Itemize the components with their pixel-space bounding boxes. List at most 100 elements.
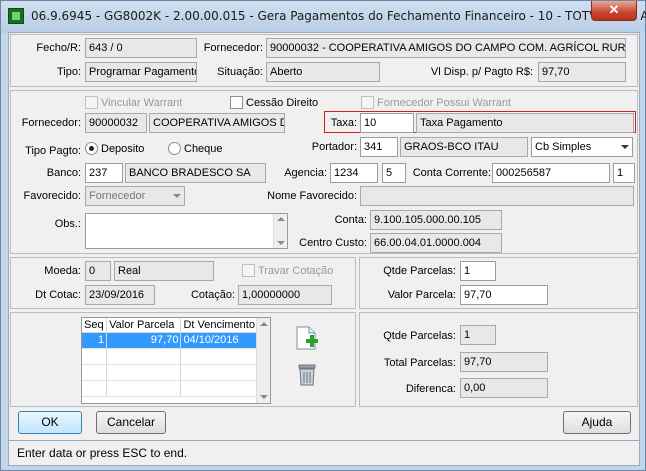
table-row[interactable] bbox=[82, 348, 258, 365]
document-add-icon bbox=[296, 326, 318, 350]
fecho-label: Fecho/R: bbox=[36, 42, 81, 54]
nome-favorecido-label: Nome Favorecido: bbox=[267, 190, 357, 202]
tipo-field[interactable]: Programar Pagamento bbox=[85, 62, 197, 82]
fornecedor-warrant-label: Fornecedor Possui Warrant bbox=[377, 97, 512, 109]
centro-custo-label: Centro Custo: bbox=[299, 237, 367, 249]
cell-seq: 1 bbox=[82, 332, 108, 349]
centro-custo-field[interactable]: 66.00.04.01.0000.004 bbox=[370, 233, 502, 253]
situacao-field[interactable]: Aberto bbox=[266, 62, 380, 82]
scroll-up-icon[interactable] bbox=[260, 322, 268, 326]
header-panel: Fecho/R: 643 / 0 Fornecedor: 90000032 - … bbox=[10, 34, 638, 87]
det-fornecedor-label: Fornecedor: bbox=[21, 117, 81, 129]
total-parcelas-label: Total Parcelas: bbox=[383, 357, 456, 369]
fornecedor-field[interactable]: 90000032 - COOPERATIVA AMIGOS DO CAMPO C… bbox=[266, 38, 626, 58]
chevron-down-icon bbox=[173, 194, 181, 198]
cancel-button[interactable]: Cancelar bbox=[96, 411, 166, 434]
qtde-parcelas-label: Qtde Parcelas: bbox=[383, 265, 456, 277]
title-bar[interactable]: 06.9.6945 - GG8002K - 2.00.00.015 - Gera… bbox=[1, 1, 646, 33]
cell-valor: 97,70 bbox=[106, 332, 182, 349]
obs-textarea[interactable] bbox=[85, 213, 288, 249]
total-parcelas-field[interactable]: 97,70 bbox=[460, 352, 548, 372]
agencia-digit[interactable]: 5 bbox=[382, 163, 406, 183]
col-seq[interactable]: Seq bbox=[82, 318, 108, 333]
portador-label: Portador: bbox=[311, 141, 357, 153]
table-row[interactable] bbox=[82, 380, 258, 397]
diferenca-label: Diferenca: bbox=[405, 383, 456, 395]
cessao-direito-checkbox[interactable] bbox=[230, 96, 243, 109]
favorecido-label: Favorecido: bbox=[23, 190, 81, 202]
banco-code[interactable]: 237 bbox=[85, 163, 123, 183]
add-parcela-button[interactable] bbox=[294, 325, 320, 351]
taxa-input[interactable]: 10 bbox=[360, 113, 414, 133]
chevron-down-icon bbox=[621, 145, 629, 149]
cheque-radio[interactable] bbox=[168, 142, 181, 155]
fecho-field[interactable]: 643 / 0 bbox=[85, 38, 197, 58]
total-qtde-label: Qtde Parcelas: bbox=[383, 330, 456, 342]
totals-panel: Qtde Parcelas: 1 Total Parcelas: 97,70 D… bbox=[359, 312, 638, 407]
nome-favorecido-field[interactable] bbox=[360, 186, 634, 206]
det-fornecedor-name[interactable]: COOPERATIVA AMIGOS DO bbox=[149, 113, 285, 133]
col-valor[interactable]: Valor Parcela bbox=[106, 318, 182, 333]
diferenca-field[interactable]: 0,00 bbox=[460, 378, 548, 398]
col-vencimento[interactable]: Dt Vencimento bbox=[180, 318, 258, 333]
cessao-direito-label: Cessão Direito bbox=[246, 97, 319, 109]
conta-field[interactable]: 9.100.105.000.00.105 bbox=[370, 210, 502, 230]
banco-label: Banco: bbox=[46, 167, 81, 179]
moeda-code[interactable]: 0 bbox=[85, 261, 111, 281]
qtde-parcelas-input[interactable]: 1 bbox=[460, 261, 496, 281]
cotacao-field[interactable]: 1,00000000 bbox=[238, 285, 332, 305]
detail-panel: Vincular Warrant Cessão Direito Forneced… bbox=[10, 90, 638, 254]
ok-button[interactable]: OK bbox=[18, 411, 82, 434]
situacao-label: Situação: bbox=[217, 66, 263, 78]
table-row[interactable] bbox=[82, 364, 258, 381]
valor-parcela-input[interactable]: 97,70 bbox=[460, 285, 548, 305]
travar-cotacao-checkbox[interactable] bbox=[242, 264, 255, 277]
parcelas-grid[interactable]: Seq Valor Parcela Dt Vencimento 1 97,70 … bbox=[81, 317, 271, 404]
cotacao-label: Cotação: bbox=[190, 289, 235, 301]
delete-parcela-button[interactable] bbox=[296, 363, 318, 387]
table-row[interactable]: 1 97,70 04/10/2016 bbox=[82, 332, 258, 349]
tipo-pagto-label: Tipo Pagto: bbox=[25, 145, 81, 157]
vl-disp-field[interactable]: 97,70 bbox=[538, 62, 626, 82]
help-button[interactable]: Ajuda bbox=[563, 411, 631, 434]
agencia-input[interactable]: 1234 bbox=[330, 163, 378, 183]
valor-parcela-label: Valor Parcela: bbox=[387, 289, 456, 301]
scroll-up-icon[interactable] bbox=[277, 217, 285, 221]
conta-label: Conta: bbox=[334, 214, 367, 226]
dt-cotac-field[interactable]: 23/09/2016 bbox=[85, 285, 155, 305]
det-fornecedor-code[interactable]: 90000032 bbox=[85, 113, 147, 133]
conta-corrente-label: Conta Corrente: bbox=[412, 167, 491, 179]
taxa-label: Taxa: bbox=[330, 117, 357, 129]
fornecedor-warrant-checkbox[interactable] bbox=[361, 96, 374, 109]
favorecido-select[interactable]: Fornecedor bbox=[85, 186, 185, 206]
obs-scrollbar[interactable] bbox=[273, 214, 287, 248]
agencia-label: Agencia: bbox=[284, 167, 327, 179]
deposito-radio[interactable] bbox=[85, 142, 98, 155]
banco-name[interactable]: BANCO BRADESCO SA bbox=[125, 163, 266, 183]
conta-corrente-input[interactable]: 000256587 bbox=[492, 163, 610, 183]
app-icon bbox=[8, 8, 24, 24]
deposito-label: Deposito bbox=[101, 143, 145, 155]
scroll-down-icon[interactable] bbox=[260, 395, 268, 399]
vincular-warrant-label: Vincular Warrant bbox=[101, 97, 183, 109]
conta-corrente-digit[interactable]: 1 bbox=[613, 163, 635, 183]
portador-name[interactable]: GRAOS-BCO ITAU bbox=[400, 137, 528, 157]
travar-cotacao-label: Travar Cotação bbox=[258, 265, 334, 277]
obs-label: Obs.: bbox=[54, 218, 81, 230]
cobranca-select[interactable]: Cb Simples bbox=[531, 137, 633, 157]
grid-scrollbar[interactable] bbox=[256, 318, 270, 403]
taxa-desc[interactable]: Taxa Pagamento bbox=[416, 113, 634, 133]
scroll-down-icon[interactable] bbox=[277, 241, 285, 245]
moeda-name[interactable]: Real bbox=[114, 261, 214, 281]
trash-icon bbox=[298, 364, 316, 386]
favorecido-value: Fornecedor bbox=[89, 190, 146, 202]
vincular-warrant-checkbox[interactable] bbox=[85, 96, 98, 109]
moeda-label: Moeda: bbox=[44, 265, 81, 277]
main-window: 06.9.6945 - GG8002K - 2.00.00.015 - Gera… bbox=[0, 0, 646, 471]
close-button[interactable]: ✕ bbox=[591, 1, 637, 21]
cell-vencimento: 04/10/2016 bbox=[180, 332, 258, 349]
total-qtde-field[interactable]: 1 bbox=[460, 325, 496, 345]
portador-code[interactable]: 341 bbox=[360, 137, 398, 157]
status-bar: Enter data or press ESC to end. bbox=[8, 441, 640, 466]
window-title: 06.9.6945 - GG8002K - 2.00.00.015 - Gera… bbox=[31, 9, 646, 23]
